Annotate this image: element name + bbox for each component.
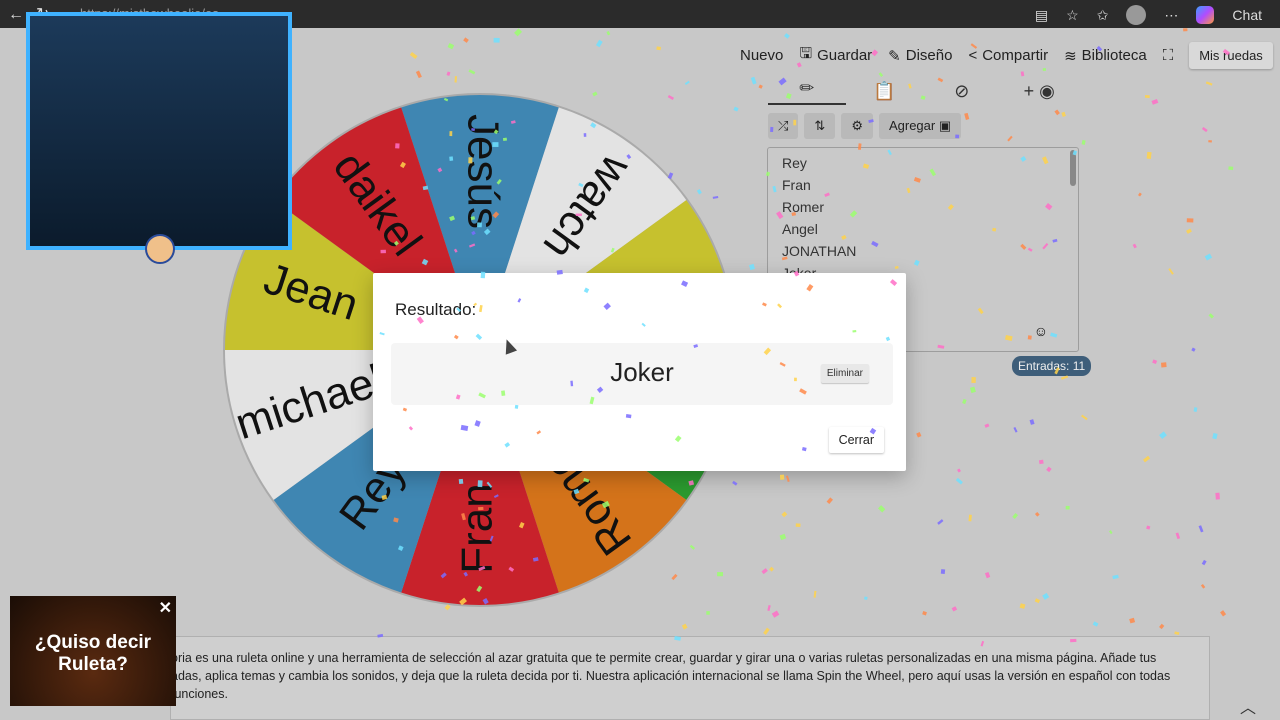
save-button[interactable]: 🖫 Guardar — [799, 43, 872, 68]
fullscreen-icon: ⛶ — [1162, 47, 1174, 64]
add-image-label: Agregar — [888, 118, 936, 133]
entry-item: Fran — [782, 177, 811, 193]
share-label: Compartir — [982, 47, 1049, 64]
tab-results[interactable]: 📋 — [846, 81, 924, 102]
webcam-overlay — [26, 12, 292, 264]
gear-icon: ⚙ — [851, 118, 863, 133]
editor-tabs: ✏ 📋 ⊘ + ◉ — [768, 78, 1079, 105]
description-line-3: funciones. — [171, 687, 228, 701]
description-panel: oria es una ruleta online y una herramie… — [170, 636, 1210, 720]
tab-hidden[interactable]: ⊘ — [923, 81, 1001, 102]
avatar-sticker-icon — [145, 234, 175, 264]
share-button[interactable]: < Compartir — [968, 47, 1048, 64]
save-icon: 🖫 — [799, 45, 813, 62]
entries-list: ReyFranRomerAngelJONATHANJoker — [768, 148, 1078, 284]
new-button[interactable]: Nuevo — [740, 47, 783, 64]
clipboard-icon: 📋 — [873, 80, 896, 101]
entry-item: JONATHAN — [782, 243, 857, 259]
favorites-icon[interactable]: ✩ — [1097, 7, 1109, 24]
winner-box: Joker Eliminar — [391, 343, 893, 405]
new-label: Nuevo — [740, 47, 784, 64]
share-icon: < — [968, 47, 978, 64]
entry-item: Rey — [782, 155, 807, 171]
description-line-1: oria es una ruleta online y una herramie… — [171, 651, 1157, 665]
wheel-segment-label: Jesús — [458, 114, 507, 229]
settings-button[interactable]: ⚙ — [841, 113, 873, 139]
browser-actions: ▤ ☆ ✩ ⋯ Chat — [1035, 5, 1262, 25]
sort-button[interactable]: ⇅ — [804, 113, 836, 139]
layers-icon: ≋ — [1064, 47, 1077, 65]
entry-item: Angel — [782, 221, 818, 237]
close-icon[interactable]: ✕ — [159, 598, 172, 620]
profile-avatar[interactable] — [1126, 5, 1147, 25]
fullscreen-button[interactable]: ⛶ — [1163, 47, 1174, 64]
copilot-icon[interactable] — [1196, 6, 1215, 24]
ad-text: ¿Quiso decir Ruleta? — [34, 632, 152, 675]
chat-button[interactable]: Chat — [1232, 7, 1262, 23]
design-button[interactable]: ✎ Diseño — [888, 47, 952, 65]
color-wheel-icon: ◉ — [1039, 80, 1055, 101]
ad-overlay[interactable]: ✕ ¿Quiso decir Ruleta? — [10, 596, 176, 706]
more-menu-icon[interactable]: ⋯ — [1164, 7, 1178, 24]
winner-name: Joker — [610, 357, 674, 387]
shuffle-button[interactable]: ⤮ — [768, 113, 799, 139]
shuffle-icon: ⤮ — [778, 118, 789, 133]
library-label: Biblioteca — [1081, 47, 1147, 64]
emoji-icon[interactable]: ☺ — [1034, 323, 1048, 339]
chevron-up-icon[interactable]: ︿ — [1240, 694, 1256, 718]
sort-icon: ⇅ — [814, 118, 826, 133]
add-image-button[interactable]: Agregar ▣ — [878, 113, 962, 139]
entry-item: Romer — [782, 199, 825, 215]
save-label: Guardar — [817, 47, 873, 64]
pencil-icon: ✏ — [799, 77, 815, 98]
image-icon: ▣ — [938, 118, 952, 133]
close-button[interactable]: Cerrar — [829, 427, 884, 453]
design-label: Diseño — [905, 47, 953, 64]
plus-icon: + — [1023, 80, 1035, 101]
entries-count-badge: Entradas: 11 — [1012, 356, 1092, 376]
result-dialog: Resultado: Joker Eliminar Cerrar — [373, 273, 906, 471]
reading-mode-icon[interactable]: ▤ — [1035, 7, 1048, 24]
library-button[interactable]: ≋ Biblioteca — [1064, 47, 1147, 65]
remove-winner-button[interactable]: Eliminar — [820, 364, 869, 383]
brush-icon: ✎ — [888, 47, 901, 65]
app-toolbar: Nuevo 🖫 Guardar ✎ Diseño < Compartir ≋ Bibli… — [740, 42, 1273, 69]
entry-actions: ⤮ ⇅ ⚙ Agregar ▣ — [768, 113, 962, 139]
eye-off-icon: ⊘ — [954, 80, 970, 101]
back-icon[interactable]: ← — [8, 6, 24, 23]
tab-edit[interactable]: ✏ — [768, 78, 846, 105]
favorite-star-icon[interactable]: ☆ — [1066, 7, 1079, 24]
description-line-2: adas, aplica temas y cambia los sonidos,… — [171, 669, 1171, 683]
my-wheels-button[interactable]: Mis ruedas — [1189, 42, 1273, 69]
scrollbar[interactable] — [1070, 150, 1076, 186]
tab-add-wheel[interactable]: + ◉ — [1001, 81, 1079, 102]
wheel-segment-label: Fran — [453, 483, 502, 573]
dialog-title: Resultado: — [395, 300, 477, 319]
